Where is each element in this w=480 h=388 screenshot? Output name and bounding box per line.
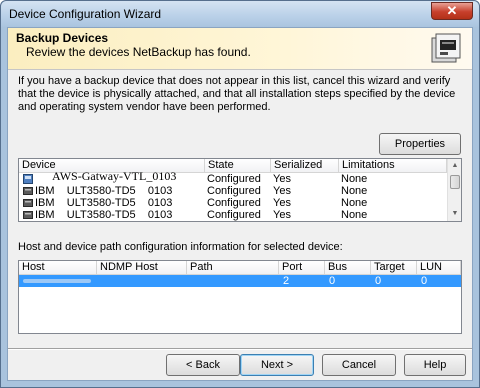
col-port[interactable]: Port xyxy=(279,261,325,275)
device-state: Configured xyxy=(207,209,261,221)
tape-drive-icon xyxy=(23,211,33,219)
help-button[interactable]: Help xyxy=(404,354,466,376)
wizard-body: Backup Devices Review the devices NetBac… xyxy=(7,27,473,381)
path-lun: 0 xyxy=(421,275,428,287)
col-bus[interactable]: Bus xyxy=(325,261,371,275)
device-row[interactable]: IBM ULT3580-TD5 0103 Configured Yes None xyxy=(19,209,449,221)
page-title: Backup Devices xyxy=(16,31,109,45)
wizard-header: Backup Devices Review the devices NetBac… xyxy=(8,28,472,70)
col-limitations[interactable]: Limitations xyxy=(339,159,447,173)
device-limitations: None xyxy=(341,185,368,197)
tape-library-icon xyxy=(23,174,33,184)
col-lun[interactable]: LUN xyxy=(417,261,461,275)
device-limitations: None xyxy=(341,197,368,209)
device-path-list[interactable]: Host NDMP Host Path Port Bus Target LUN … xyxy=(18,260,462,334)
device-serialized: Yes xyxy=(273,173,291,185)
device-row[interactable]: IBM ULT3580-TD5 0103 Configured Yes None xyxy=(19,185,449,197)
path-target: 0 xyxy=(375,275,382,287)
col-serialized[interactable]: Serialized xyxy=(271,159,339,173)
path-bus: 0 xyxy=(329,275,336,287)
paths-label: Host and device path configuration infor… xyxy=(18,241,343,253)
device-list[interactable]: Device State Serialized Limitations Conf… xyxy=(18,158,462,222)
device-serialized: Yes xyxy=(273,185,291,197)
footer-divider xyxy=(8,348,472,350)
path-port: 2 xyxy=(283,275,290,287)
device-name-overlay: AWS-Gatway-VTL_0103 xyxy=(52,169,177,183)
device-name: IBM ULT3580-TD5 0103 xyxy=(35,209,173,221)
properties-button[interactable]: Properties xyxy=(379,133,461,155)
device-name: IBM ULT3580-TD5 0103 xyxy=(35,197,173,209)
device-state: Configured xyxy=(207,185,261,197)
device-serialized: Yes xyxy=(273,209,291,221)
scroll-thumb[interactable] xyxy=(450,175,460,189)
col-host[interactable]: Host xyxy=(19,261,97,275)
selected-path-row[interactable]: 2 0 0 0 xyxy=(19,275,461,287)
close-button[interactable]: ✕ xyxy=(431,2,473,20)
device-state: Configured xyxy=(207,197,261,209)
window-title: Device Configuration Wizard xyxy=(9,7,162,21)
device-list-scrollbar[interactable]: ▲ ▼ xyxy=(447,159,461,221)
col-state[interactable]: State xyxy=(205,159,271,173)
tape-drive-icon xyxy=(23,199,33,207)
back-button[interactable]: < Back xyxy=(166,354,240,376)
instructions-text: If you have a backup device that does no… xyxy=(18,75,456,113)
device-state: Configured xyxy=(207,173,261,185)
device-serialized: Yes xyxy=(273,197,291,209)
page-subtitle: Review the devices NetBackup has found. xyxy=(26,45,251,59)
col-path[interactable]: Path xyxy=(187,261,279,275)
path-list-header: Host NDMP Host Path Port Bus Target LUN xyxy=(19,261,461,275)
wizard-window: Device Configuration Wizard ✕ Backup Dev… xyxy=(0,0,480,388)
title-bar[interactable]: Device Configuration Wizard ✕ xyxy=(1,1,479,27)
backup-device-icon xyxy=(431,33,461,63)
tape-drive-icon xyxy=(23,187,33,195)
device-limitations: None xyxy=(341,209,368,221)
device-name: IBM ULT3580-TD5 0103 xyxy=(35,185,173,197)
scroll-down-icon[interactable]: ▼ xyxy=(448,207,461,221)
device-limitations: None xyxy=(341,173,368,185)
host-name-redacted xyxy=(23,279,91,283)
scroll-up-icon[interactable]: ▲ xyxy=(448,159,461,173)
col-target[interactable]: Target xyxy=(371,261,417,275)
col-ndmp-host[interactable]: NDMP Host xyxy=(97,261,187,275)
device-row[interactable]: IBM ULT3580-TD5 0103 Configured Yes None xyxy=(19,197,449,209)
next-button[interactable]: Next > xyxy=(240,354,314,376)
cancel-button[interactable]: Cancel xyxy=(322,354,396,376)
